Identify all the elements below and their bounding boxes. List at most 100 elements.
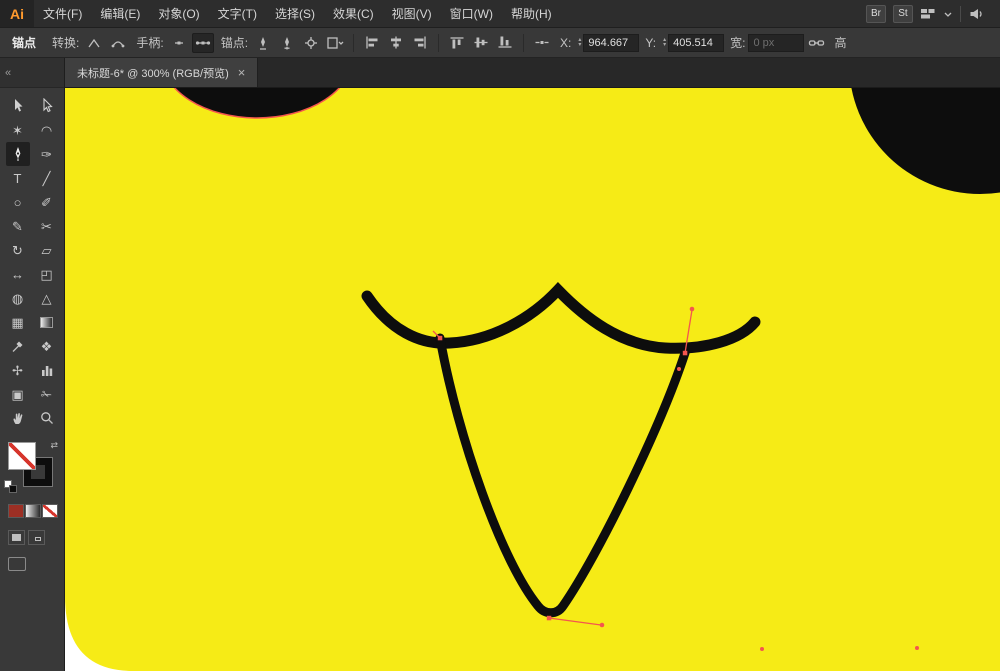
menu-type[interactable]: 文字(T) <box>209 5 266 22</box>
line-segment-tool[interactable]: ╱ <box>35 166 59 190</box>
convert-to-smooth-button[interactable] <box>107 33 129 53</box>
scissors-icon: ✂ <box>41 218 52 234</box>
free-transform-tool[interactable]: ◰ <box>35 262 59 286</box>
ellipse-icon: ○ <box>13 194 22 210</box>
fill-color-swatch[interactable] <box>8 442 36 470</box>
share-icon[interactable] <box>968 7 984 21</box>
yellow-face-shape[interactable] <box>65 88 1000 671</box>
menu-edit[interactable]: 编辑(E) <box>91 5 149 22</box>
paintbrush-tool[interactable]: ✐ <box>35 190 59 214</box>
menu-file[interactable]: 文件(F) <box>34 5 91 22</box>
anchor-point[interactable] <box>682 350 688 356</box>
distribute-spacing-icon[interactable] <box>531 33 553 53</box>
align-right-button[interactable] <box>409 33 431 53</box>
workspace-switcher-icon[interactable] <box>920 7 936 21</box>
document-tab-title: 未标题-6* @ 300% (RGB/预览) <box>77 67 229 80</box>
swap-colors-button[interactable]: ⇄ <box>50 440 58 451</box>
slice-icon: ✁ <box>41 386 52 402</box>
slice-tool[interactable]: ✁ <box>35 382 59 406</box>
blend-tool[interactable]: ❖ <box>35 334 59 358</box>
magic-wand-tool[interactable]: ✶ <box>6 118 30 142</box>
selection-tool[interactable] <box>6 94 30 118</box>
menu-select[interactable]: 选择(S) <box>266 5 324 22</box>
gradient-mode-button[interactable] <box>25 504 41 518</box>
anchors-label: 锚点: <box>220 36 249 50</box>
constrain-proportions-icon[interactable] <box>805 33 827 53</box>
pen-tool[interactable] <box>5 142 30 166</box>
direct-selection-tool[interactable] <box>35 94 59 118</box>
collapse-panel-button[interactable]: « <box>5 67 11 79</box>
convert-label: 转换: <box>52 36 80 50</box>
remove-anchor-button[interactable] <box>252 33 274 53</box>
handle-end-point[interactable] <box>599 622 605 628</box>
bridge-button[interactable]: Br <box>866 4 886 23</box>
menu-view[interactable]: 视图(V) <box>383 5 441 22</box>
color-mode-button[interactable] <box>8 504 24 518</box>
anchor-point[interactable] <box>437 335 443 341</box>
anchor-point[interactable] <box>546 615 552 621</box>
type-tool[interactable]: T <box>6 166 30 190</box>
stock-button[interactable]: St <box>893 4 913 23</box>
width-input[interactable]: 0 px <box>748 33 805 52</box>
zoom-tool[interactable] <box>35 406 59 430</box>
connect-anchor-button[interactable] <box>276 33 298 53</box>
anchor-options-icon[interactable] <box>300 33 322 53</box>
shape-builder-icon: ◍ <box>11 290 24 306</box>
paint-mode-buttons <box>8 504 64 518</box>
anchor-point[interactable] <box>915 646 919 650</box>
column-graph-tool[interactable] <box>35 358 59 382</box>
handle-end-point[interactable] <box>689 306 695 312</box>
menu-object[interactable]: 对象(O) <box>149 5 208 22</box>
canvas-artwork <box>65 88 1000 671</box>
hand-tool[interactable] <box>6 406 30 430</box>
y-input[interactable]: 405.514 <box>668 33 725 52</box>
align-top-button[interactable] <box>446 33 468 53</box>
eyedropper-tool[interactable] <box>6 334 30 358</box>
ellipse-tool[interactable]: ○ <box>6 190 30 214</box>
shape-builder-tool[interactable]: ◍ <box>6 286 30 310</box>
scale-tool[interactable]: ▱ <box>35 238 59 262</box>
artboard-tool[interactable]: ▣ <box>6 382 30 406</box>
width-tool[interactable]: ↔ <box>6 262 30 286</box>
symbol-sprayer-tool[interactable]: ✢ <box>6 358 30 382</box>
y-stepper[interactable]: ▴ ▾ <box>663 37 666 48</box>
menu-effect[interactable]: 效果(C) <box>324 5 383 22</box>
menu-help[interactable]: 帮助(H) <box>502 5 561 22</box>
show-handles-button[interactable] <box>191 32 214 53</box>
anchor-point[interactable] <box>760 647 764 651</box>
document-tab[interactable]: 未标题-6* @ 300% (RGB/预览) × <box>65 58 259 87</box>
align-center-vertical-button[interactable] <box>470 33 492 53</box>
canvas[interactable] <box>65 88 1000 671</box>
align-bottom-button[interactable] <box>494 33 516 53</box>
artboard-options-icon[interactable] <box>324 33 346 53</box>
x-stepper[interactable]: ▴ ▾ <box>578 37 581 48</box>
height-label: 高 <box>834 36 847 50</box>
gradient-tool[interactable] <box>35 310 59 334</box>
control-divider <box>523 33 525 52</box>
mesh-tool[interactable]: ▦ <box>6 310 30 334</box>
screen-mode-button[interactable] <box>8 557 26 571</box>
menu-divider <box>960 5 961 22</box>
rotate-tool[interactable]: ↻ <box>6 238 30 262</box>
align-center-horizontal-button[interactable] <box>385 33 407 53</box>
align-left-button[interactable] <box>361 33 383 53</box>
close-tab-icon[interactable]: × <box>238 66 246 79</box>
anchor-point[interactable] <box>677 367 681 371</box>
perspective-grid-tool[interactable]: △ <box>35 286 59 310</box>
curvature-tool[interactable]: ✑ <box>35 142 59 166</box>
lasso-tool[interactable]: ◠ <box>35 118 59 142</box>
chevron-down-icon[interactable] <box>943 10 953 18</box>
menu-window[interactable]: 窗口(W) <box>441 5 502 22</box>
draw-normal-button[interactable] <box>8 530 25 545</box>
pencil-tool[interactable]: ✎ <box>6 214 30 238</box>
none-mode-button[interactable] <box>42 504 58 518</box>
x-input[interactable]: 964.667 <box>583 33 640 52</box>
hand-icon <box>12 413 22 424</box>
width-label: 宽: <box>730 36 746 50</box>
scissors-tool[interactable]: ✂ <box>35 214 59 238</box>
convert-to-corner-button[interactable] <box>83 33 105 53</box>
menu-items: 文件(F) 编辑(E) 对象(O) 文字(T) 选择(S) 效果(C) 视图(V… <box>34 5 561 22</box>
default-colors-button[interactable] <box>4 480 17 493</box>
draw-behind-button[interactable] <box>28 530 45 545</box>
hide-handles-button[interactable] <box>168 33 190 53</box>
